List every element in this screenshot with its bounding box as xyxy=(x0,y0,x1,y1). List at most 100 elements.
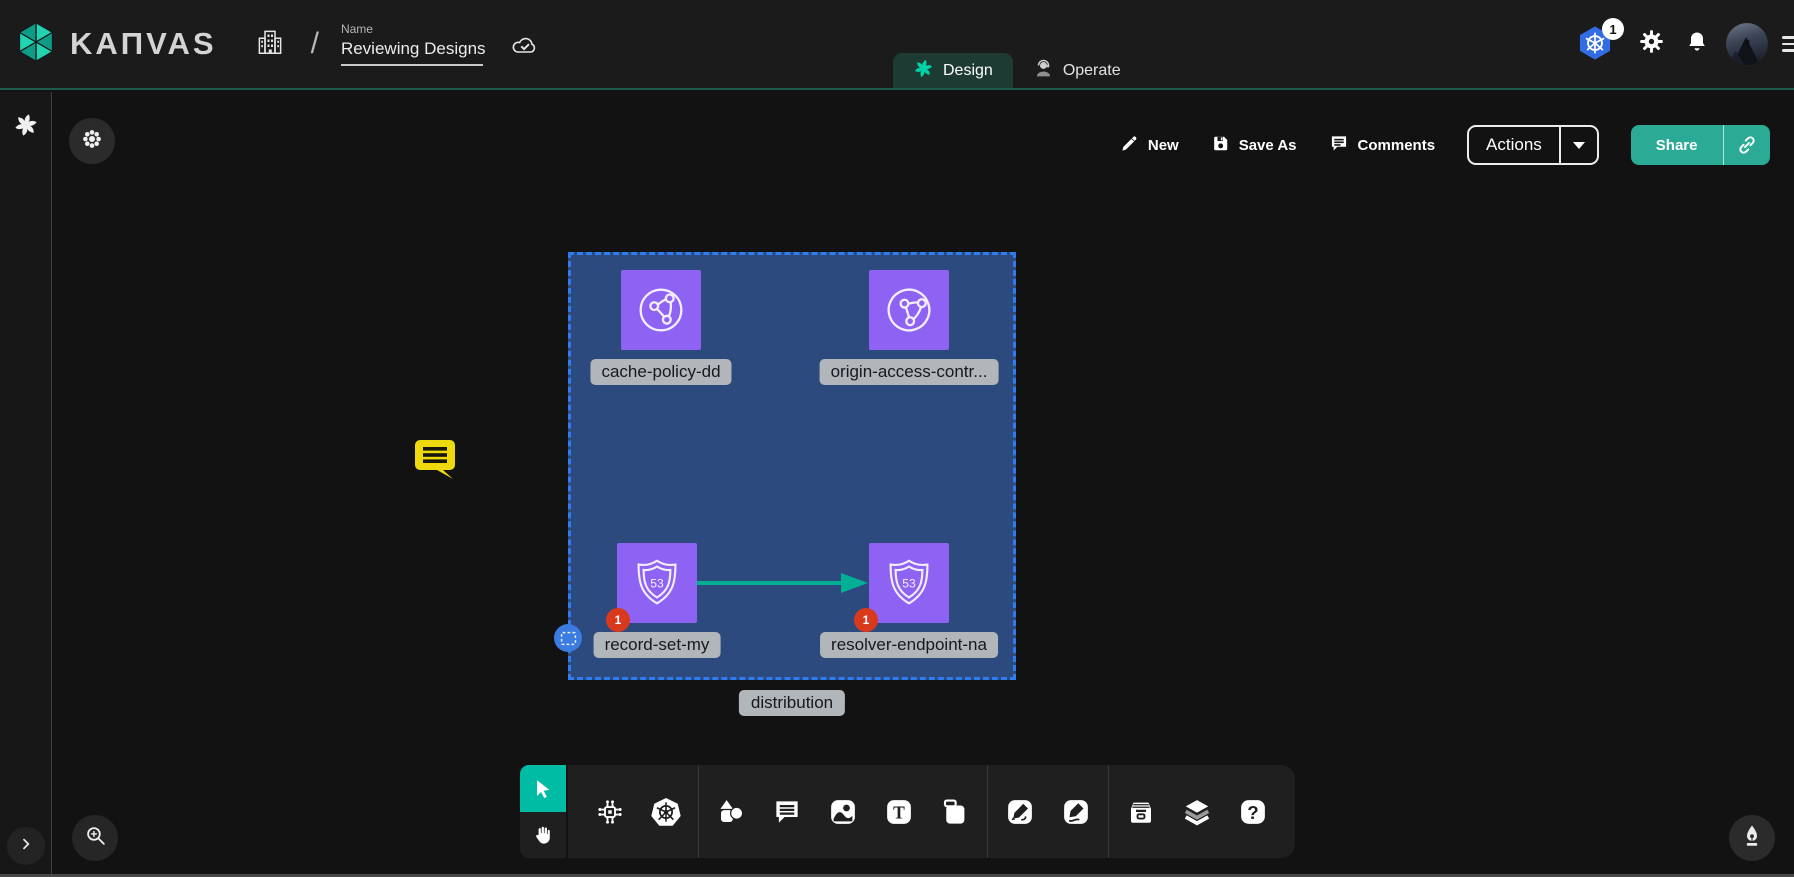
chip-icon xyxy=(595,797,625,827)
organization-icon[interactable] xyxy=(255,26,285,63)
cloudfront-icon xyxy=(868,269,950,351)
route53-icon: 53 xyxy=(626,552,688,614)
kanvas-app: KAΠVAS / xyxy=(0,0,1794,877)
comment-tool-button[interactable] xyxy=(759,765,815,858)
new-label: New xyxy=(1148,137,1179,154)
left-sidebar xyxy=(0,92,52,877)
node-origin-access-control[interactable] xyxy=(869,270,949,350)
design-name-input[interactable]: Reviewing Designs xyxy=(341,39,483,66)
actions-label: Actions xyxy=(1469,127,1559,163)
comment-tool-icon xyxy=(772,797,802,827)
operate-tab-label: Operate xyxy=(1063,62,1121,80)
edge-record-to-resolver[interactable] xyxy=(697,570,869,596)
new-button[interactable]: New xyxy=(1120,134,1179,157)
node-label[interactable]: cache-policy-dd xyxy=(590,359,731,385)
tab-operate[interactable]: Operate xyxy=(1013,53,1141,88)
pointer-tool-column xyxy=(520,765,566,858)
whiteboarding-button[interactable] xyxy=(1729,815,1775,861)
svg-text:?: ? xyxy=(1247,801,1258,822)
kubernetes-context-badge: 1 xyxy=(1602,18,1624,40)
header-right: 1 xyxy=(1576,0,1794,88)
distribution-group-selection[interactable]: 53 53 cache-policy-dd origin-access-cont… xyxy=(568,252,1016,680)
sidebar-expand-button[interactable] xyxy=(7,827,45,865)
zoom-in-icon xyxy=(83,823,108,853)
tool-dock: T xyxy=(520,765,1295,858)
flower-icon xyxy=(80,127,104,156)
design-name-label: Name xyxy=(341,22,483,36)
comments-button[interactable]: Comments xyxy=(1329,133,1436,157)
comments-label: Comments xyxy=(1358,137,1436,154)
notifications-button[interactable] xyxy=(1680,27,1714,61)
error-badge[interactable]: 1 xyxy=(606,608,630,632)
node-label[interactable]: resolver-endpoint-na xyxy=(820,632,998,658)
chevron-right-icon xyxy=(18,836,34,857)
kanvas-logo-icon xyxy=(14,20,58,69)
group-label[interactable]: distribution xyxy=(739,690,845,716)
share-label: Share xyxy=(1631,125,1723,165)
link-icon xyxy=(1736,134,1758,156)
tool-separator xyxy=(1108,765,1109,858)
image-icon xyxy=(828,797,858,827)
edge-tool-button[interactable] xyxy=(992,765,1048,858)
mode-tabs: Design Operate xyxy=(893,53,1141,88)
floppy-icon xyxy=(1211,134,1230,157)
save-as-label: Save As xyxy=(1239,137,1297,154)
help-button[interactable]: ? xyxy=(1225,765,1281,858)
image-tool-button[interactable] xyxy=(815,765,871,858)
error-badge[interactable]: 1 xyxy=(854,608,878,632)
svg-text:53: 53 xyxy=(650,576,664,590)
edge-pen-icon xyxy=(1005,797,1035,827)
kubernetes-tool-button[interactable] xyxy=(638,765,694,858)
note-tool-button[interactable] xyxy=(927,765,983,858)
cloud-saved-icon xyxy=(511,34,539,61)
cloudfront-icon xyxy=(630,279,692,341)
meshery-spiral-icon[interactable] xyxy=(13,112,39,143)
select-tool-button[interactable] xyxy=(520,765,566,812)
caret-down-icon xyxy=(1573,142,1585,149)
shapes-tool-button[interactable] xyxy=(703,765,759,858)
design-tab-icon xyxy=(913,58,934,84)
share-split-button[interactable]: Share xyxy=(1631,125,1770,165)
zoom-in-button[interactable] xyxy=(72,815,118,861)
actions-split-button[interactable]: Actions xyxy=(1467,125,1599,165)
kanvas-logo-text: KAΠVAS xyxy=(70,26,217,62)
operate-tab-icon xyxy=(1033,58,1054,84)
kubernetes-context-button[interactable]: 1 xyxy=(1576,24,1616,64)
breadcrumb-separator: / xyxy=(311,27,319,61)
node-label[interactable]: origin-access-contr... xyxy=(820,359,999,385)
copy-link-button[interactable] xyxy=(1724,125,1770,165)
tab-design[interactable]: Design xyxy=(893,53,1013,88)
user-avatar[interactable] xyxy=(1726,23,1768,65)
history-drawer-button[interactable] xyxy=(1113,765,1169,858)
canvas-settings-button[interactable] xyxy=(69,118,115,164)
pencil-draw-icon xyxy=(1061,797,1091,827)
settings-button[interactable] xyxy=(1634,27,1668,61)
text-tool-button[interactable]: T xyxy=(871,765,927,858)
layers-button[interactable] xyxy=(1169,765,1225,858)
drawer-icon xyxy=(1126,797,1156,827)
app-header: KAΠVAS / xyxy=(0,0,1794,90)
pencil-icon xyxy=(1120,134,1139,157)
freehand-draw-tool-button[interactable] xyxy=(1048,765,1104,858)
route53-icon: 53 xyxy=(878,552,940,614)
components-tool-button[interactable] xyxy=(582,765,638,858)
tool-separator xyxy=(698,765,699,858)
node-cache-policy[interactable] xyxy=(621,270,701,350)
pan-tool-button[interactable] xyxy=(520,812,566,858)
menu-icon[interactable] xyxy=(1782,34,1794,54)
node-record-set[interactable]: 53 xyxy=(617,543,697,623)
pen-nib-icon xyxy=(1740,824,1764,853)
header-left: KAΠVAS / xyxy=(14,0,539,88)
design-name-field: Name Reviewing Designs xyxy=(341,22,483,66)
selection-handle[interactable] xyxy=(554,624,582,652)
note-icon xyxy=(940,797,970,827)
comment-pin-icon xyxy=(413,437,457,479)
svg-text:T: T xyxy=(893,802,905,822)
comment-icon xyxy=(1329,133,1349,157)
save-as-button[interactable]: Save As xyxy=(1211,134,1297,157)
node-resolver-endpoint[interactable]: 53 xyxy=(869,543,949,623)
node-label[interactable]: record-set-my xyxy=(594,632,721,658)
canvas-comment-pin[interactable] xyxy=(413,437,457,484)
kanvas-logo[interactable]: KAΠVAS xyxy=(14,20,217,69)
actions-dropdown-toggle[interactable] xyxy=(1561,127,1597,163)
